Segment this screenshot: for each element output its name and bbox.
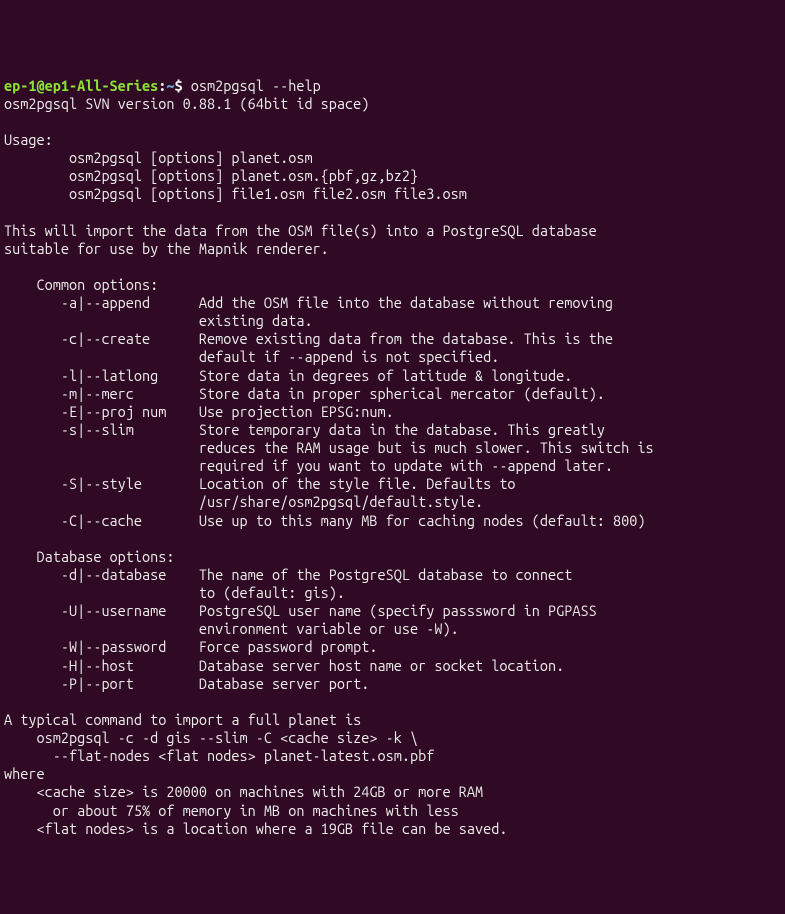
line-where: where bbox=[4, 765, 45, 782]
line-desc1: This will import the data from the OSM f… bbox=[4, 222, 597, 239]
line-opt-append1: -a|--append Add the OSM file into the da… bbox=[4, 294, 613, 311]
line-version: osm2pgsql SVN version 0.88.1 (64bit id s… bbox=[4, 95, 369, 112]
line-db-header: Database options: bbox=[4, 548, 175, 565]
line-usage-header: Usage: bbox=[4, 131, 53, 148]
line-opt-slim2: reduces the RAM usage but is much slower… bbox=[4, 439, 654, 456]
line-opt-create1: -c|--create Remove existing data from th… bbox=[4, 330, 613, 347]
line-where1: <cache size> is 20000 on machines with 2… bbox=[4, 783, 483, 800]
prompt-path: ~ bbox=[166, 77, 174, 94]
line-usage1: osm2pgsql [options] planet.osm bbox=[4, 149, 313, 166]
line-opt-slim3: required if you want to update with --ap… bbox=[4, 457, 613, 474]
line-opt-port: -P|--port Database server port. bbox=[4, 675, 369, 692]
line-opt-host: -H|--host Database server host name or s… bbox=[4, 657, 564, 674]
line-opt-style1: -S|--style Location of the style file. D… bbox=[4, 475, 516, 492]
line-common-header: Common options: bbox=[4, 276, 158, 293]
line-typical1: A typical command to import a full plane… bbox=[4, 711, 361, 728]
line-opt-append2: existing data. bbox=[4, 312, 313, 329]
line-opt-create2: default if --append is not specified. bbox=[4, 348, 499, 365]
line-opt-db2: to (default: gis). bbox=[4, 584, 345, 601]
line-usage3: osm2pgsql [options] file1.osm file2.osm … bbox=[4, 185, 467, 202]
line-opt-cache: -C|--cache Use up to this many MB for ca… bbox=[4, 512, 645, 529]
line-where3: <flat nodes> is a location where a 19GB … bbox=[4, 820, 507, 837]
line-opt-user1: -U|--username PostgreSQL user name (spec… bbox=[4, 602, 597, 619]
line-desc2: suitable for use by the Mapnik renderer. bbox=[4, 240, 329, 257]
prompt-user-host: ep-1@ep1-All-Series bbox=[4, 77, 158, 94]
line-usage2: osm2pgsql [options] planet.osm.{pbf,gz,b… bbox=[4, 167, 418, 184]
line-typical3: --flat-nodes <flat nodes> planet-latest.… bbox=[4, 747, 434, 764]
line-opt-slim1: -s|--slim Store temporary data in the da… bbox=[4, 421, 605, 438]
line-opt-merc: -m|--merc Store data in proper spherical… bbox=[4, 385, 605, 402]
line-where2: or about 75% of memory in MB on machines… bbox=[4, 802, 459, 819]
prompt-sep2: $ bbox=[175, 77, 191, 94]
line-typical2: osm2pgsql -c -d gis --slim -C <cache siz… bbox=[4, 729, 418, 746]
line-opt-db1: -d|--database The name of the PostgreSQL… bbox=[4, 566, 572, 583]
line-opt-style2: /usr/share/osm2pgsql/default.style. bbox=[4, 493, 483, 510]
line-opt-latlong: -l|--latlong Store data in degrees of la… bbox=[4, 367, 572, 384]
line-opt-user2: environment variable or use -W). bbox=[4, 620, 459, 637]
line-opt-proj: -E|--proj num Use projection EPSG:num. bbox=[4, 403, 394, 420]
line-opt-pass: -W|--password Force password prompt. bbox=[4, 638, 378, 655]
command-input[interactable]: osm2pgsql --help bbox=[191, 77, 321, 94]
